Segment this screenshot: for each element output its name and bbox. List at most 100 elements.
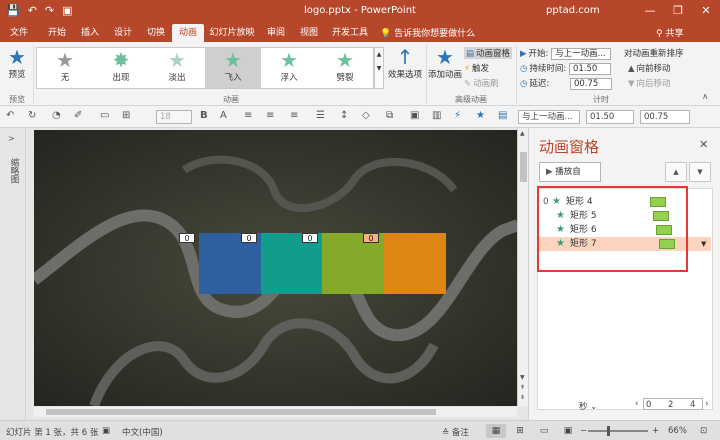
- lightning-icon[interactable]: ⚡: [454, 110, 461, 121]
- gallery-item-split[interactable]: ★ 劈裂: [317, 48, 373, 88]
- thumbnails-label[interactable]: 缩略图: [8, 158, 20, 184]
- animation-painter-button[interactable]: ✎ 动画刷: [464, 77, 499, 89]
- redo-icon[interactable]: ↻: [28, 110, 36, 121]
- move-later-button[interactable]: ▼ 向后移动: [628, 77, 671, 89]
- text-direction-icon[interactable]: ↕: [340, 110, 348, 121]
- font-color-icon[interactable]: A: [220, 110, 227, 121]
- timeline-scale[interactable]: ‹ 0 2 4 ›: [635, 397, 708, 411]
- start-dropdown[interactable]: 与上一动画...: [551, 47, 612, 60]
- gallery-item-appear[interactable]: ✸ 出现: [93, 48, 149, 88]
- tab-review[interactable]: 审阅: [262, 24, 290, 42]
- tab-home[interactable]: 开始: [40, 24, 74, 42]
- duration-input[interactable]: 01.50: [569, 62, 611, 75]
- expand-arrow-icon[interactable]: >: [8, 134, 15, 143]
- seconds-dropdown[interactable]: 秒 ⌄: [579, 400, 597, 412]
- duration-input-mini[interactable]: 01.50: [586, 110, 634, 124]
- list-icon[interactable]: ☰: [316, 110, 325, 121]
- font-size-input[interactable]: 18: [156, 110, 192, 124]
- tab-file[interactable]: 文件: [4, 24, 34, 42]
- animation-tag[interactable]: 0: [302, 233, 318, 243]
- zoom-out-icon[interactable]: −: [580, 426, 587, 436]
- spellcheck-icon[interactable]: ▣: [102, 426, 110, 436]
- zoom-level[interactable]: 66%: [668, 426, 687, 436]
- gallery-item-none[interactable]: ★ 无: [37, 48, 93, 88]
- gallery-item-float-in[interactable]: ★ 浮入: [261, 48, 317, 88]
- slideshow-button[interactable]: ▣: [558, 424, 578, 438]
- scroll-down-icon[interactable]: ▼: [520, 374, 525, 381]
- slide-canvas[interactable]: 0 0 0 0: [34, 130, 518, 406]
- paint-icon[interactable]: ▥: [432, 110, 441, 121]
- move-earlier-button[interactable]: ▲ 向前移动: [628, 62, 671, 74]
- slide-sorter-button[interactable]: ⊞: [510, 424, 530, 438]
- delay-input-mini[interactable]: 00.75: [640, 110, 690, 124]
- tab-design[interactable]: 设计: [106, 24, 140, 42]
- previous-slide-icon[interactable]: ⇞: [520, 384, 525, 391]
- lightbulb-icon: 💡: [380, 29, 392, 39]
- trigger-button[interactable]: ⚡ 触发: [464, 62, 489, 74]
- arrange-icon[interactable]: ⧉: [386, 110, 393, 121]
- collapse-ribbon-icon[interactable]: ∧: [702, 92, 708, 102]
- shapes-icon[interactable]: ◇: [362, 110, 370, 121]
- start-dropdown-mini[interactable]: 与上一动画...: [518, 110, 580, 124]
- scroll-thumb[interactable]: [520, 152, 527, 182]
- pane-icon[interactable]: ▤: [498, 110, 507, 121]
- add-animation-button[interactable]: ★ 添加动画: [428, 46, 462, 80]
- zoom-slider[interactable]: [588, 430, 648, 432]
- format-icon[interactable]: ⊞: [122, 110, 130, 121]
- effect-options-button[interactable]: ↑ 效果选项: [386, 46, 424, 80]
- delay-input[interactable]: 00.75: [570, 77, 612, 90]
- timeline-left-icon[interactable]: ‹: [635, 399, 638, 409]
- shape-outline-icon[interactable]: ✐: [74, 110, 82, 121]
- quick-styles-icon[interactable]: ▣: [410, 110, 419, 121]
- animation-pane-button[interactable]: ▤ 动画窗格: [464, 47, 513, 59]
- move-down-button[interactable]: ▼: [689, 162, 711, 182]
- share-button[interactable]: ⚲ 共享: [656, 26, 683, 39]
- tell-me-text: 告诉我你想要做什么: [394, 29, 476, 39]
- tab-developer[interactable]: 开发工具: [328, 24, 372, 42]
- fit-slide-icon[interactable]: ⊡: [700, 426, 707, 436]
- scroll-thumb[interactable]: [46, 409, 436, 415]
- close-icon[interactable]: ✕: [699, 138, 708, 151]
- rectangle-7[interactable]: [384, 233, 446, 294]
- preview-button[interactable]: ★ 预览: [4, 46, 30, 80]
- tab-animations[interactable]: 动画: [172, 24, 204, 42]
- animation-tag[interactable]: 0: [179, 233, 195, 243]
- notes-button[interactable]: ≙ 备注: [442, 426, 469, 438]
- align-left-icon[interactable]: ≡: [244, 110, 252, 121]
- align-center-icon[interactable]: ≡: [266, 110, 274, 121]
- tell-me-search[interactable]: 💡 告诉我你想要做什么: [380, 26, 475, 39]
- bold-icon[interactable]: B: [200, 110, 208, 121]
- gallery-item-fly-in[interactable]: ★ 飞入: [205, 48, 261, 88]
- picture-icon[interactable]: ▭: [100, 110, 109, 121]
- restore-button[interactable]: ❐: [664, 0, 692, 22]
- undo-icon[interactable]: ↶: [6, 110, 14, 121]
- scroll-up-icon[interactable]: ▲: [520, 130, 525, 137]
- language-indicator[interactable]: 中文(中国): [122, 426, 163, 438]
- play-from-button[interactable]: ▶ 播放自: [539, 162, 601, 182]
- animation-tag-selected[interactable]: 0: [363, 233, 379, 243]
- tab-slideshow[interactable]: 幻灯片放映: [206, 24, 258, 42]
- timeline-right-icon[interactable]: ›: [705, 397, 708, 411]
- minimize-button[interactable]: —: [636, 0, 664, 22]
- reorder-label: 对动画重新排序: [624, 49, 684, 59]
- clock-icon: ◷: [520, 79, 528, 89]
- gallery-scroll[interactable]: ▲ ▼: [374, 47, 384, 89]
- zoom-slider-handle[interactable]: [607, 426, 610, 436]
- zoom-in-icon[interactable]: +: [652, 426, 659, 436]
- normal-view-button[interactable]: ▦: [486, 424, 506, 438]
- animation-star-icon[interactable]: ★: [476, 110, 485, 121]
- tab-insert[interactable]: 插入: [74, 24, 106, 42]
- gallery-item-fade[interactable]: ★ 淡出: [149, 48, 205, 88]
- next-slide-icon[interactable]: ⇟: [520, 394, 525, 401]
- vertical-scrollbar[interactable]: ▲ ▼ ⇞ ⇟: [517, 128, 528, 406]
- align-right-icon[interactable]: ≡: [290, 110, 298, 121]
- item-dropdown-icon[interactable]: ▼: [701, 237, 706, 251]
- close-button[interactable]: ✕: [692, 0, 720, 22]
- reading-view-button[interactable]: ▭: [534, 424, 554, 438]
- tab-view[interactable]: 视图: [294, 24, 324, 42]
- horizontal-scrollbar[interactable]: [34, 407, 517, 417]
- move-up-button[interactable]: ▲: [665, 162, 687, 182]
- shape-fill-icon[interactable]: ◔: [52, 110, 61, 121]
- tab-transitions[interactable]: 切换: [140, 24, 172, 42]
- animation-tag[interactable]: 0: [241, 233, 257, 243]
